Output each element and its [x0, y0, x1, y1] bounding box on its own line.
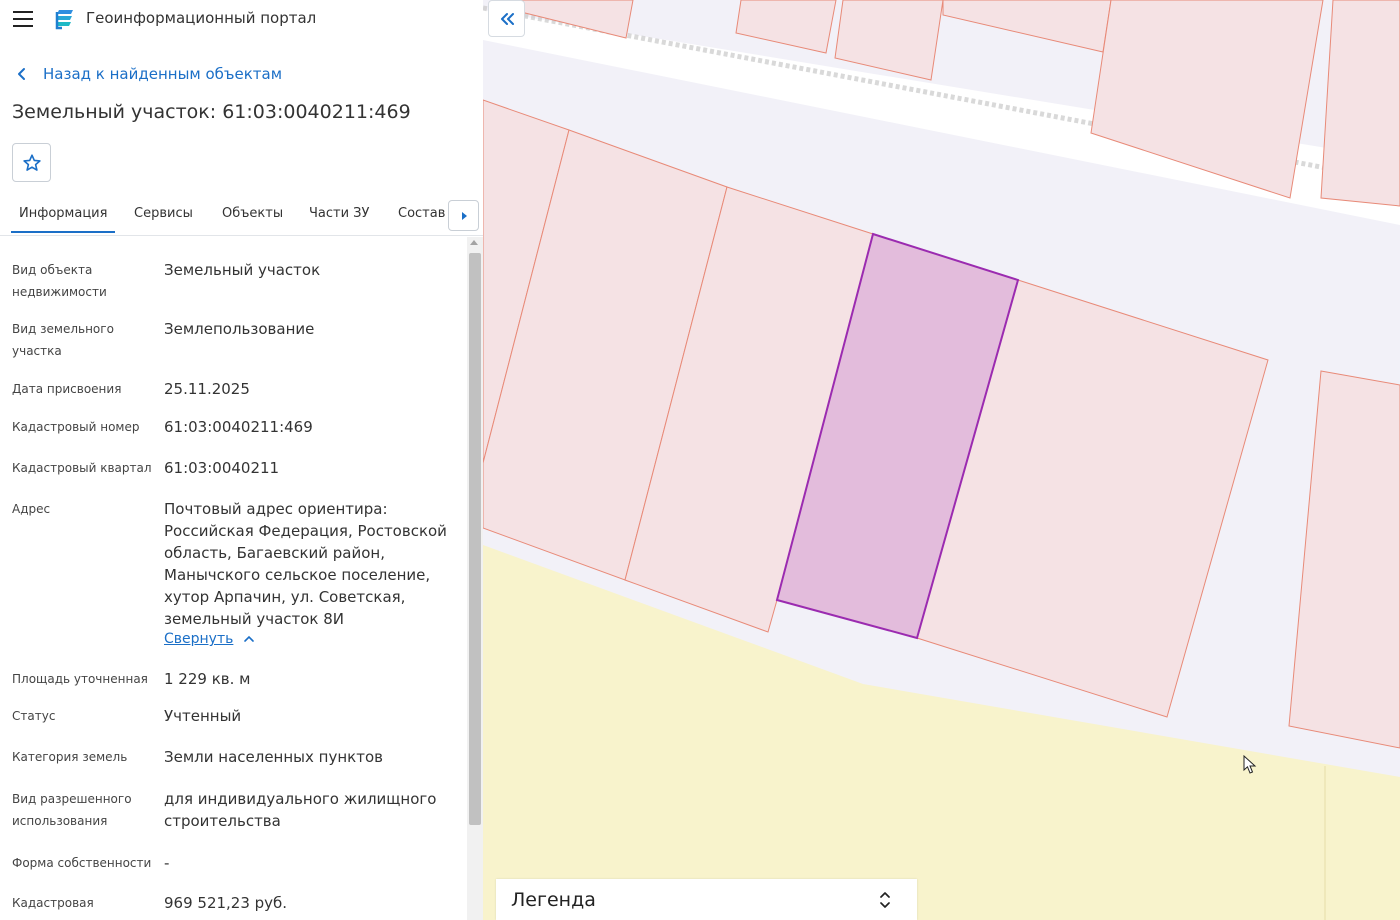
double-chevron-left-icon: [500, 12, 514, 25]
attribute-value: 969 521,23 руб.: [164, 894, 288, 912]
tab-parcel-parts[interactable]: Части ЗУ: [309, 206, 369, 221]
parcel[interactable]: [942, 0, 1112, 53]
scroll-up-arrow-icon[interactable]: [470, 240, 478, 245]
attribute-label: Форма собственности: [12, 856, 152, 870]
map-layer: [483, 0, 1400, 920]
page-title: Земельный участок: 61:03:0040211:469: [12, 101, 411, 123]
parcel[interactable]: [834, 0, 944, 81]
chevron-up-icon: [244, 635, 255, 642]
attribute-label: Вид разрешенного использования: [12, 792, 132, 828]
scrollbar[interactable]: [467, 237, 483, 920]
attribute-value: 61:03:0040211:469: [164, 418, 313, 436]
object-info-panel: Геоинформационный портал Назад к найденн…: [0, 0, 483, 920]
map-canvas[interactable]: [483, 0, 1400, 920]
parcel[interactable]: [1320, 0, 1400, 207]
tabs-scroll-right-button[interactable]: [448, 200, 479, 231]
attribute-list: Вид объекта недвижимости Земельный участ…: [0, 237, 466, 920]
attribute-label: Кадастровый квартал: [12, 461, 152, 475]
chevron-up-down-icon[interactable]: [879, 890, 891, 910]
collapse-link-label: Свернуть: [164, 631, 234, 647]
attribute-label: Дата присвоения: [12, 382, 122, 396]
tab-services[interactable]: Сервисы: [134, 206, 193, 221]
chevron-left-icon: [18, 68, 25, 80]
attribute-value: -: [164, 854, 170, 872]
menu-icon[interactable]: [13, 11, 33, 27]
header: Геоинформационный портал: [0, 0, 483, 40]
mouse-cursor-icon: [1243, 755, 1257, 774]
attribute-value: Землепользование: [164, 320, 315, 338]
attribute-value: 1 229 кв. м: [164, 670, 251, 688]
address-collapse-link[interactable]: Свернуть: [164, 631, 255, 647]
favorite-button[interactable]: [12, 143, 51, 182]
attribute-value: для индивидуального жилищного строительс…: [164, 790, 437, 830]
back-to-results-link[interactable]: Назад к найденным объектам: [14, 63, 282, 85]
attribute-value: Учтенный: [164, 707, 242, 725]
tab-composition[interactable]: Состав: [398, 206, 445, 221]
attribute-label: Вид земельного участка: [12, 322, 114, 358]
caret-right-icon: [461, 211, 467, 220]
tab-bar: Информация Сервисы Объекты Части ЗУ Сост…: [0, 197, 483, 236]
attribute-label: Статус: [12, 709, 56, 723]
tab-information[interactable]: Информация: [10, 206, 116, 233]
attribute-value: 61:03:0040211: [164, 459, 280, 477]
tab-objects[interactable]: Объекты: [222, 206, 283, 221]
attribute-label: Площадь уточненная: [12, 672, 148, 686]
scrollbar-thumb[interactable]: [469, 253, 481, 825]
attribute-value: 25.11.2025: [164, 380, 250, 398]
portal-logo-icon: [55, 10, 73, 30]
legend-title: Легенда: [511, 889, 596, 911]
attribute-label: Вид объекта недвижимости: [12, 263, 107, 299]
back-link-label: Назад к найденным объектам: [43, 65, 283, 83]
attribute-value: Земельный участок: [164, 261, 321, 279]
attribute-label: Кадастровый номер: [12, 420, 140, 434]
star-icon: [22, 153, 41, 171]
attribute-label: Категория земель: [12, 750, 128, 764]
parcel[interactable]: [735, 0, 837, 54]
app-title: Геоинформационный портал: [86, 9, 317, 27]
parcel[interactable]: [1288, 370, 1400, 749]
legend-panel[interactable]: Легенда: [496, 879, 917, 920]
attribute-value: Земли населенных пунктов: [164, 748, 383, 766]
attribute-value: Почтовый адрес ориентира: Российская Фед…: [164, 500, 447, 628]
attribute-label: Кадастровая: [12, 896, 94, 910]
attribute-label: Адрес: [12, 502, 51, 516]
collapse-panel-button[interactable]: [488, 0, 525, 37]
